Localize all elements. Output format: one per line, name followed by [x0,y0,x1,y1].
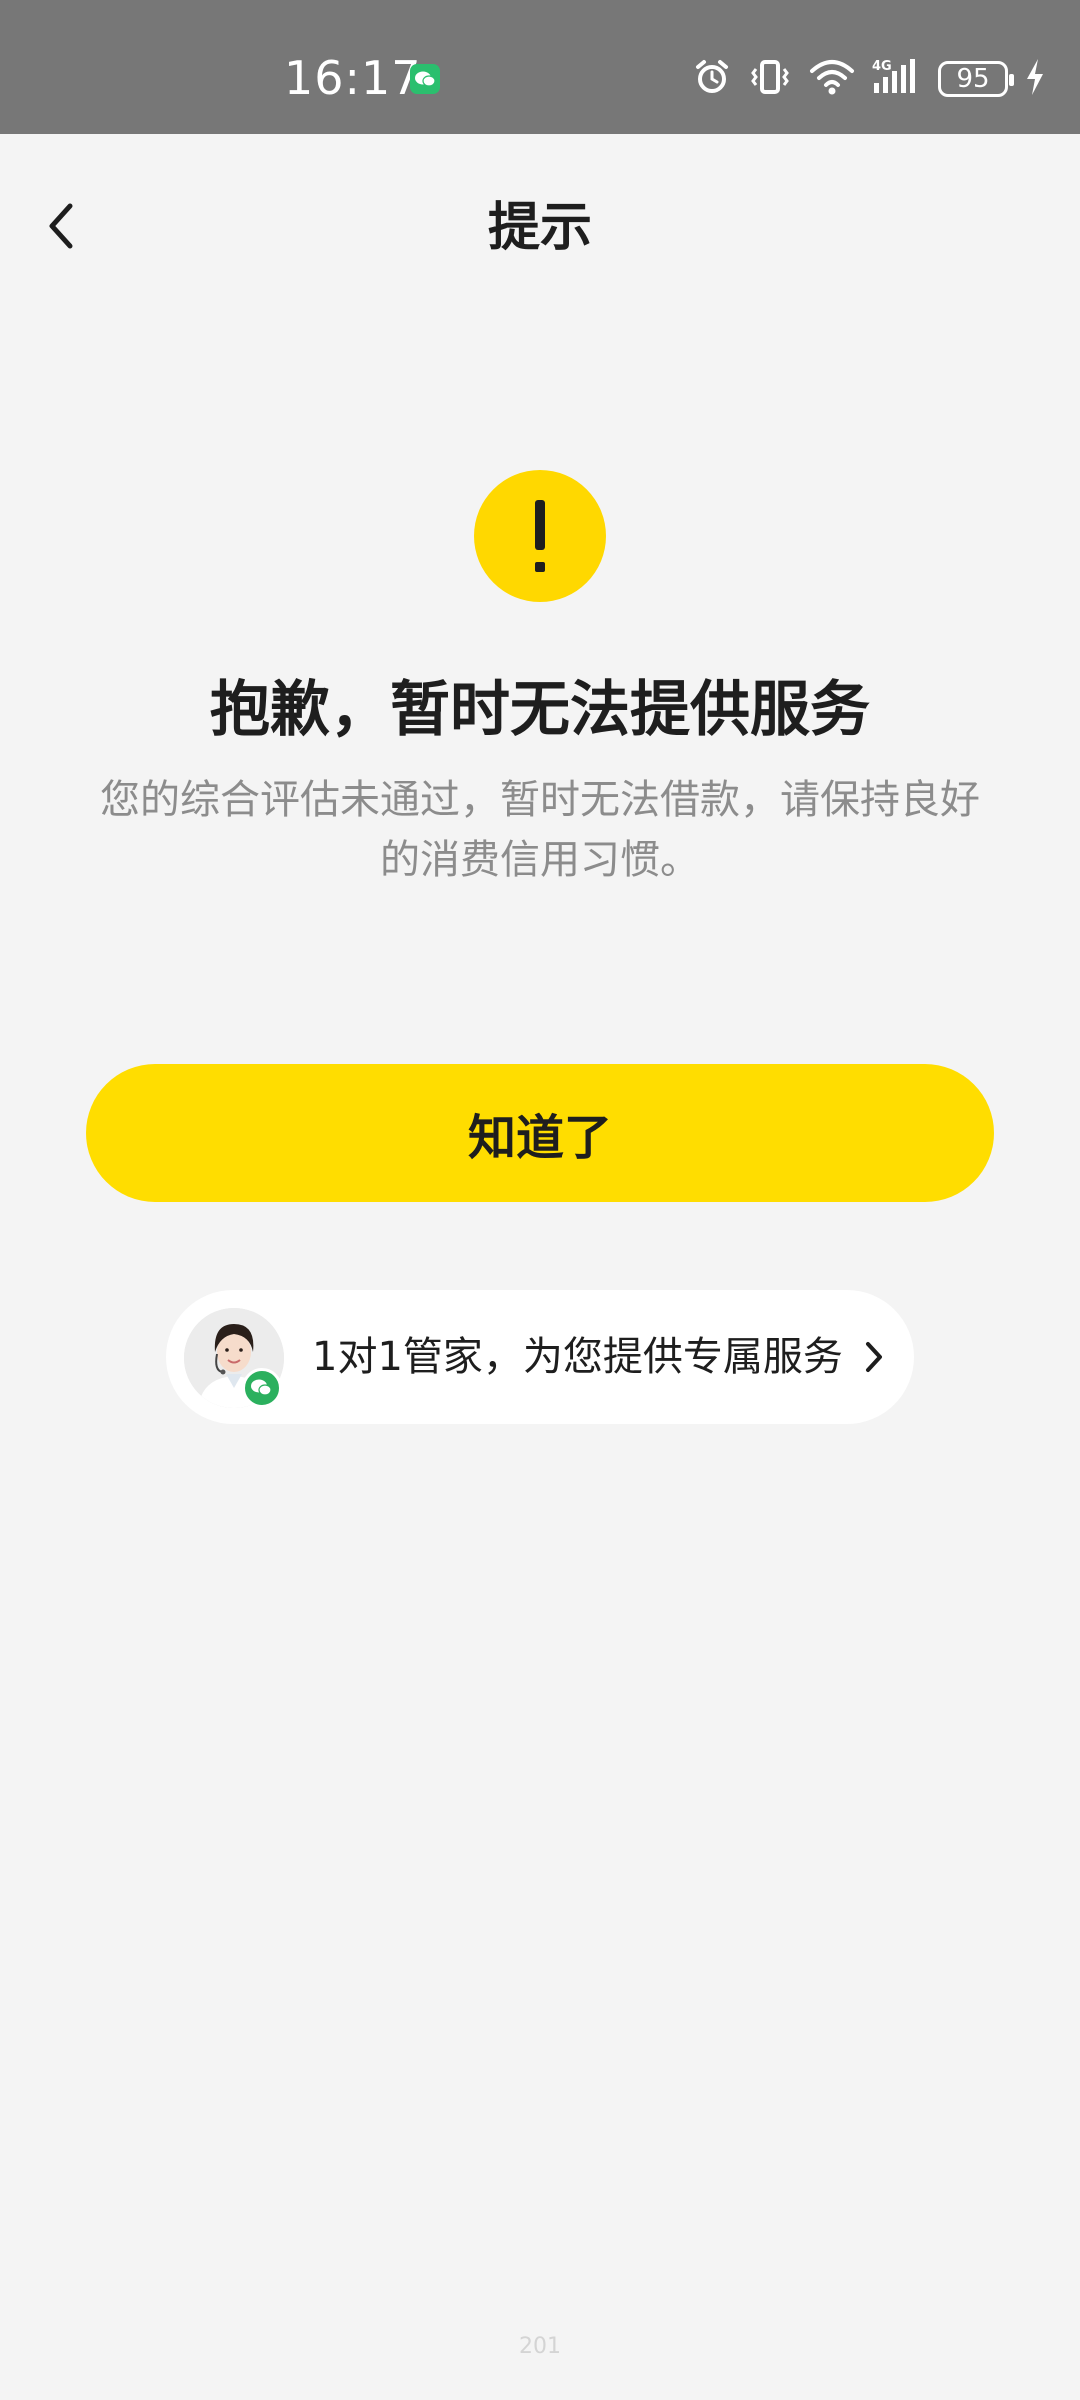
status-time: 16:17 [284,51,422,105]
status-bar: 16:17 4G 95 [0,0,1080,134]
wifi-icon [808,57,856,101]
svg-text:4G: 4G [872,59,892,74]
charging-icon [1024,57,1046,101]
nav-bar: 提示 [0,134,1080,324]
personal-service-entry[interactable]: 1对1管家，为您提供专属服务 [166,1290,914,1424]
confirm-button-label: 知道了 [467,1110,612,1166]
status-icons: 4G 95 [692,54,1046,104]
footer-code: 201 [519,2334,561,2359]
wechat-notification-icon [410,64,440,94]
wechat-icon [242,1368,282,1408]
vibrate-icon [748,57,792,101]
service-label: 1对1管家，为您提供专属服务 [312,1334,843,1380]
signal-4g-icon: 4G [872,57,922,101]
exclamation-icon [474,470,606,602]
error-headline: 抱歉，暂时无法提供服务 [210,675,870,745]
page-title: 提示 [487,198,592,258]
battery-level: 95 [956,64,990,94]
confirm-button[interactable]: 知道了 [86,1064,994,1202]
alarm-icon [692,57,732,101]
battery-indicator: 95 [938,61,1014,97]
error-description: 您的综合评估未通过，暂时无法借款，请保持良好的消费信用习惯。 [100,777,980,883]
chevron-right-icon [862,1338,886,1376]
